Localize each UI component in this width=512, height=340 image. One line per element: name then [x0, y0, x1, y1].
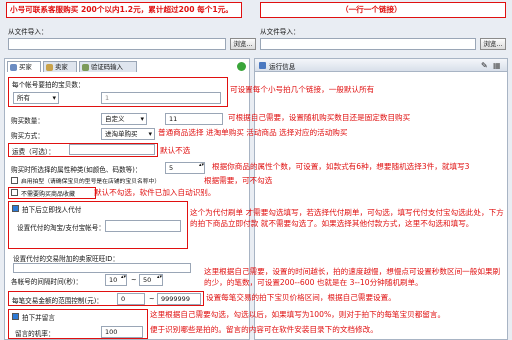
notice-box: 小号可联系客服购买 200个以内1.2元，累计超过200 每个1元。: [6, 2, 242, 18]
annotation-per-account: 可设置每个小号拍几个链接，一般默认所有: [230, 85, 375, 94]
proxy-account-label: 设置代付的淘宝/支付宝帐号：: [17, 224, 105, 232]
skip-fav-checkbox[interactable]: [11, 189, 18, 196]
per-account-select[interactable]: 所有: [13, 92, 59, 104]
info-icon: [259, 62, 266, 69]
annotation-purchase-method: 普通商品选择 进淘单购买 活动商品 选择对应的活动购买: [158, 128, 348, 137]
leave-msg-label: 拍下并留言: [22, 314, 55, 322]
run-icon[interactable]: [237, 62, 246, 71]
leave-msg-checkbox[interactable]: [12, 313, 19, 320]
attr-count-label: 购买时所选择的属性种类(如颜色、码数等)：: [11, 166, 142, 174]
annotation-price-range: 设置每笔交易的拍下宝贝价格区间，根据自己需要设置。: [206, 293, 396, 302]
link-hint-box: （一行一个链接）: [260, 2, 506, 18]
tab-buyer-label: 买家: [19, 63, 32, 71]
annotation-model: 根据需要，可不勾选: [204, 176, 273, 185]
run-info-header: 运行信息 ✎ ▦: [255, 59, 507, 72]
tab-bar: 买家 卖家 验证码输入: [7, 61, 247, 73]
price-range-group: 每笔交易金额的范围控制(元)： 0 ~ 9999999: [8, 291, 204, 306]
per-account-group: 每个帐号要拍的宝贝数： 所有 1: [8, 77, 228, 107]
annotation-attr-count: 根据你商品的属性个数，可设置，如款式有6种，想要随机选择3件，就填写3: [212, 162, 470, 171]
price-min-input[interactable]: 0: [117, 293, 145, 305]
msg-interval-label: 留言的机率：: [15, 330, 55, 338]
per-account-input[interactable]: 1: [101, 92, 221, 104]
shipping-group: 运费（可选）：: [8, 143, 158, 157]
file-import-label-right: 从文件导入：: [260, 28, 300, 36]
annotation-proxy-pay: 这个为代付刷单 才需要勾选填写，若选择代付刷单，可勾选，填写代付支付宝勾选此处，…: [190, 208, 504, 228]
purchase-method-label: 购买方式：: [11, 132, 44, 140]
interval-min-input[interactable]: 10: [105, 274, 127, 286]
tab-seller[interactable]: 卖家: [43, 61, 77, 72]
purchase-qty-label: 购买数量：: [11, 117, 44, 125]
browse-button-right[interactable]: 浏览...: [480, 38, 506, 50]
attr-count-input[interactable]: 5: [165, 162, 205, 174]
annotation-shipping: 默认不选: [160, 146, 191, 155]
tab-captcha-label: 验证码输入: [91, 63, 123, 71]
captcha-icon: [82, 64, 89, 71]
annotation-msg-content: 便于识别哪些是拍的。留言的内容可在软件安装目录下的文档修改。: [150, 325, 378, 334]
msg-interval-input[interactable]: 100: [101, 326, 143, 338]
shipping-input[interactable]: [69, 144, 155, 155]
proxy-account-input[interactable]: [105, 220, 181, 232]
purchase-method-select[interactable]: 进淘单购买: [101, 128, 155, 140]
interval-max-input[interactable]: 50: [139, 274, 163, 286]
proxy-pay-group: 拍下后立即找人代付 设置代付的淘宝/支付宝帐号：: [8, 201, 188, 249]
file-import-input[interactable]: [8, 38, 226, 50]
per-account-label: 每个帐号要拍的宝贝数：: [12, 81, 85, 89]
skip-fav-group: 不需要购买商品收藏: [8, 187, 96, 199]
file-import-label: 从文件导入：: [8, 28, 48, 36]
annotation-leave-msg: 这里根据自己需要勾选，勾选以后，如果填写为100%，则对于拍下的每笔宝贝都留言。: [150, 310, 446, 319]
file-import-input-right[interactable]: [260, 38, 476, 50]
annotation-purchase-qty: 可根据自己需要，设置随机购买数目还是固定数目购买: [228, 113, 411, 122]
buyer-icon: [10, 64, 17, 71]
interval-separator: ~: [131, 276, 137, 284]
tab-captcha[interactable]: 验证码输入: [79, 61, 137, 72]
top-left-panel: 小号可联系客服购买 200个以内1.2元，累计超过200 每个1元。 从文件导入…: [4, 0, 256, 52]
shipping-label: 运费（可选）：: [12, 148, 55, 156]
top-right-panel: （一行一个链接） 从文件导入： 浏览...: [256, 0, 508, 52]
notice-text: 小号可联系客服购买 200个以内1.2元，累计超过200 每个1元。: [10, 5, 233, 14]
proxy-pay-label: 拍下后立即找人代付: [22, 206, 82, 214]
seller-icon: [46, 64, 53, 71]
interval-label: 各帐号的间隔时间(秒)：: [11, 278, 83, 286]
tab-seller-label: 卖家: [55, 63, 68, 71]
skip-fav-label: 不需要购买商品收藏: [21, 191, 76, 198]
clear-icon[interactable]: ▦: [493, 61, 501, 70]
proxy-msg-label: 设置代付的交易附加的卖家旺旺ID：: [13, 255, 119, 263]
link-hint-text: （一行一个链接）: [341, 5, 402, 14]
leave-msg-group: 拍下并留言 留言的机率： 100: [8, 309, 148, 339]
price-range-label: 每笔交易金额的范围控制(元)：: [12, 297, 103, 305]
tab-buyer[interactable]: 买家: [7, 61, 41, 72]
price-separator: ~: [149, 295, 155, 303]
edit-icon[interactable]: ✎: [481, 61, 488, 70]
annotation-skip-fav: 默认不勾选，软件已加入自动识别。: [94, 188, 216, 197]
price-max-input[interactable]: 9999999: [157, 293, 201, 305]
enable-model-label: 启用拍型（请确保宝贝的型号是在店铺的宝贝名称中）: [21, 179, 161, 185]
purchase-qty-select[interactable]: 自定义: [101, 113, 147, 125]
proxy-pay-checkbox[interactable]: [12, 205, 19, 212]
run-info-tab[interactable]: 运行信息: [269, 61, 295, 71]
annotation-interval: 这里根据自己需要，设置的时间越长，拍的速度越慢，想慢点可设置秒数区间一般如果刷的…: [204, 267, 501, 287]
enable-model-checkbox[interactable]: [11, 177, 18, 184]
proxy-msg-input[interactable]: [13, 263, 191, 273]
browse-button[interactable]: 浏览...: [230, 38, 256, 50]
purchase-qty-input[interactable]: 11: [165, 113, 223, 125]
